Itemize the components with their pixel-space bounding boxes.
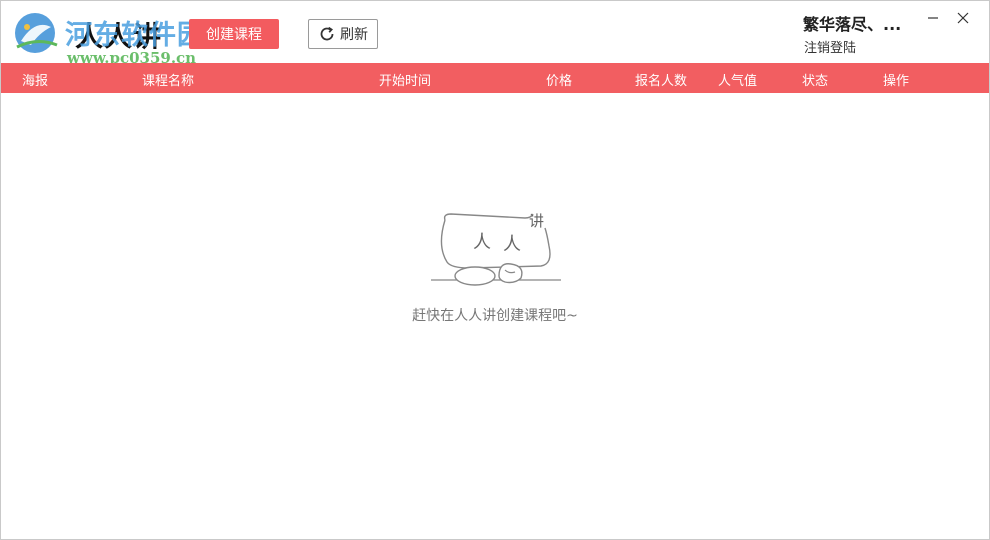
column-header-price: 价格 <box>546 74 573 89</box>
refresh-button[interactable]: 刷新 <box>308 19 378 49</box>
column-header-course-name: 课程名称 <box>142 74 195 89</box>
empty-state-message: 赶快在人人讲创建课程吧~ <box>412 308 578 324</box>
illustration-char-left: 人 <box>473 232 491 253</box>
illustration-char-top: 讲 <box>529 212 544 230</box>
app-window: 人人讲 河东软件园 www.pc0359.cn 创建课程 刷新 繁华落尽、...… <box>0 0 990 540</box>
table-header: 海报 课程名称 开始时间 价格 报名人数 人气值 状态 操作 <box>1 63 989 93</box>
header: 人人讲 河东软件园 www.pc0359.cn 创建课程 刷新 繁华落尽、...… <box>1 1 989 67</box>
column-header-poster: 海报 <box>22 74 49 89</box>
column-header-popularity: 人气值 <box>718 74 758 89</box>
column-header-status: 状态 <box>802 74 829 89</box>
logout-link[interactable]: 注销登陆 <box>804 37 856 56</box>
empty-state-illustration: 人 人 讲 <box>431 212 561 286</box>
refresh-label: 刷新 <box>340 27 368 43</box>
logo-icon <box>15 13 58 53</box>
refresh-icon <box>320 26 334 41</box>
column-header-signups: 报名人数 <box>635 74 688 89</box>
illustration-char-right: 人 <box>503 234 521 255</box>
column-header-actions: 操作 <box>883 74 910 89</box>
column-header-start-time: 开始时间 <box>379 74 432 89</box>
app-logo: 人人讲 河东软件园 www.pc0359.cn <box>9 11 209 67</box>
user-name: 繁华落尽、... <box>803 15 902 34</box>
watermark-name: 河东软件园 <box>65 20 205 51</box>
close-icon[interactable] <box>953 9 973 27</box>
create-course-label: 创建课程 <box>206 27 262 43</box>
minimize-icon[interactable] <box>923 9 943 27</box>
create-course-button[interactable]: 创建课程 <box>189 19 279 49</box>
